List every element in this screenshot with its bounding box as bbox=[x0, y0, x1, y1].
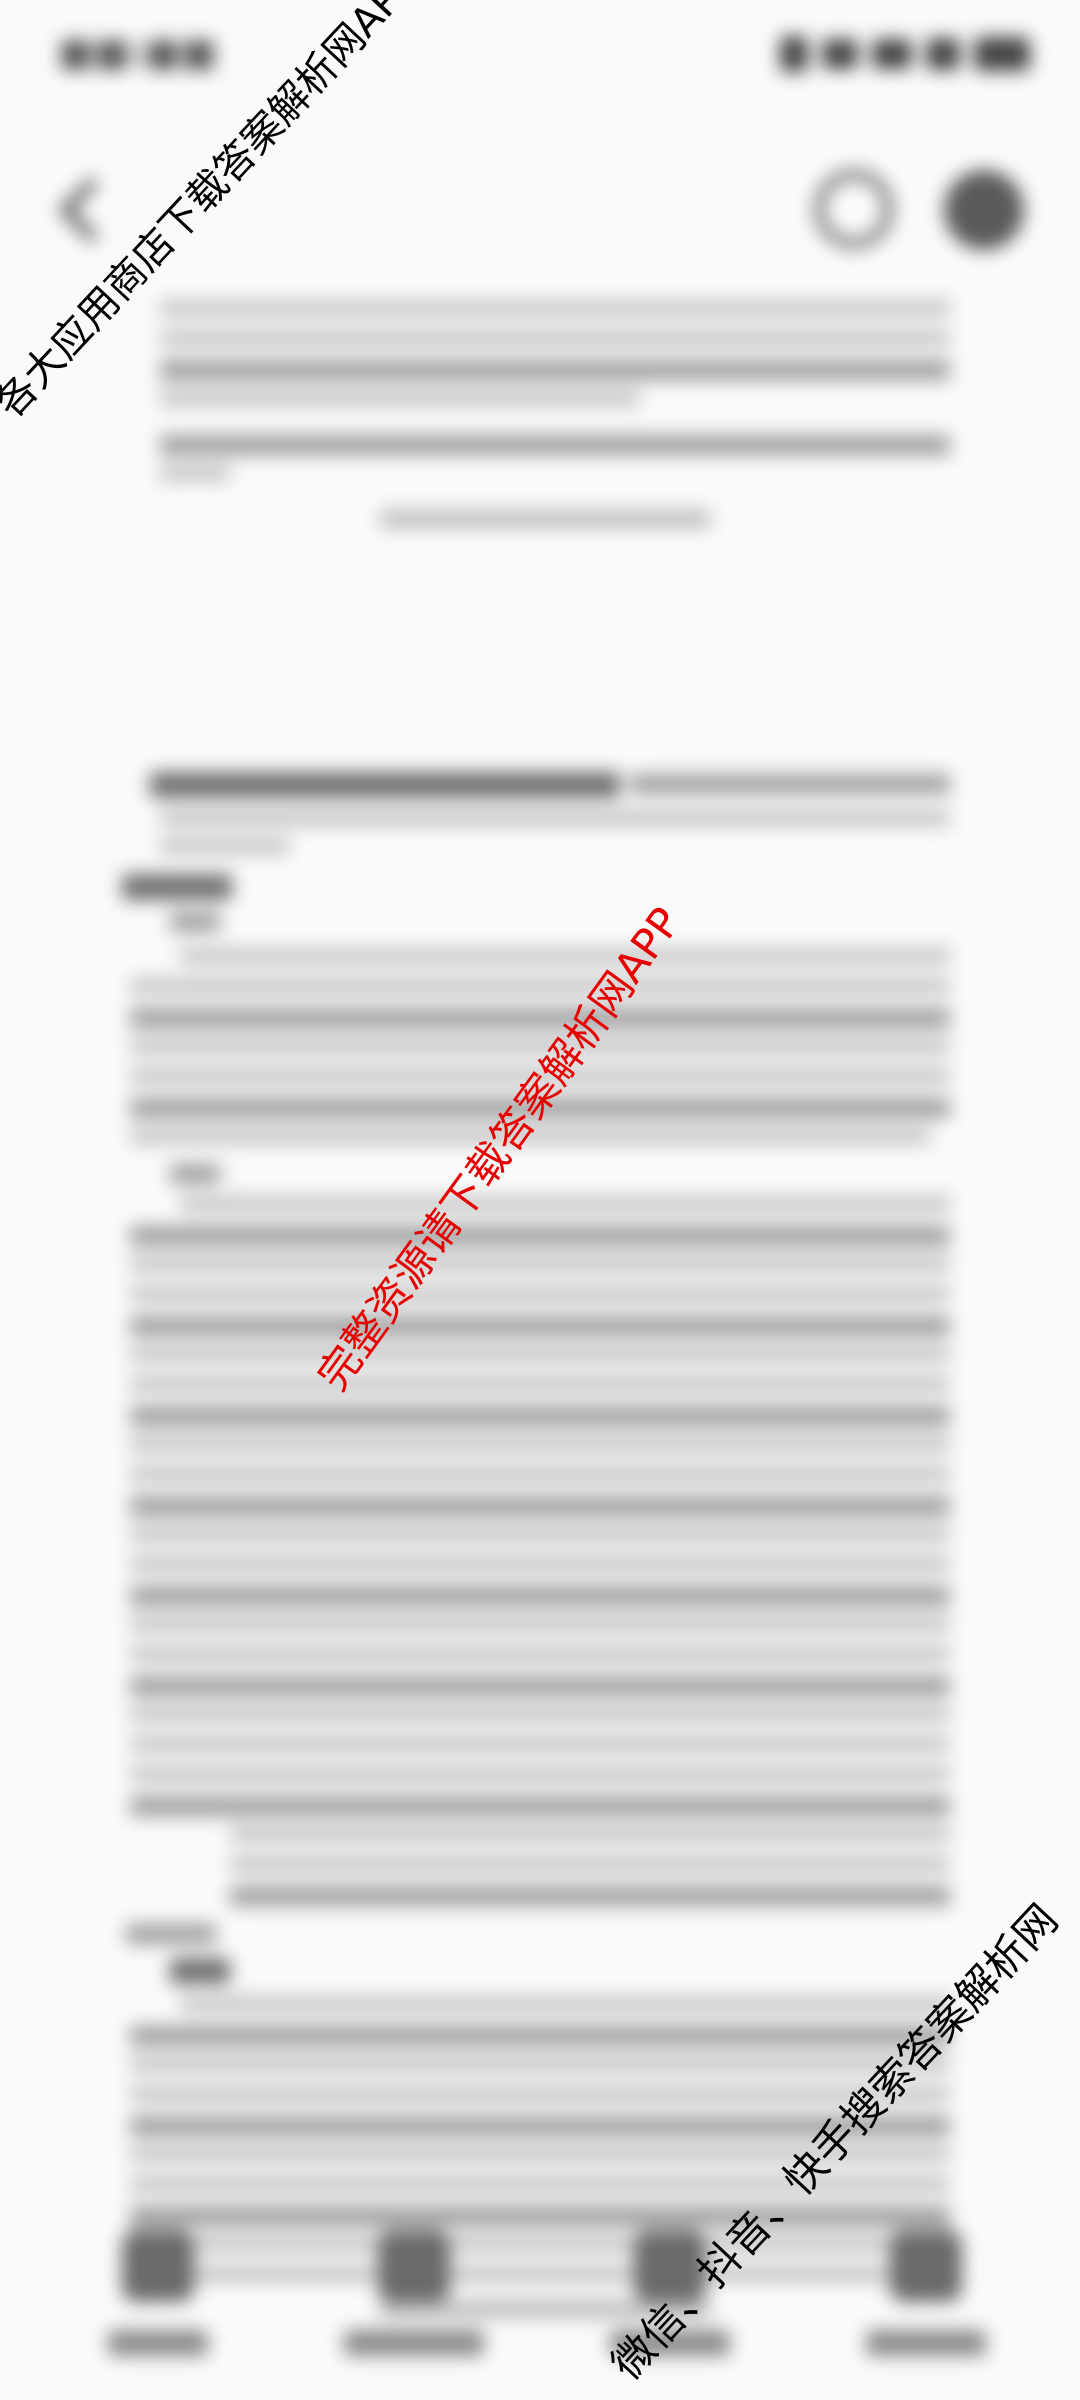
text-line bbox=[130, 1226, 950, 1246]
text-line bbox=[160, 435, 950, 455]
text-line bbox=[130, 1466, 950, 1482]
text-line bbox=[160, 810, 950, 826]
text-line bbox=[160, 330, 950, 346]
text-line bbox=[230, 1826, 950, 1842]
status-icons bbox=[780, 36, 1030, 72]
text-line bbox=[180, 1196, 950, 1212]
clock-icon[interactable] bbox=[815, 170, 893, 248]
text-line bbox=[130, 1008, 950, 1028]
text-line bbox=[130, 1316, 950, 1336]
text-line bbox=[130, 1376, 950, 1392]
text-line bbox=[130, 1256, 950, 1272]
screen: ■■:■■ 各大应用商店下载答案解析网APP 完整资源请下载答案解析网APP 微… bbox=[0, 0, 1080, 2400]
text-line bbox=[130, 978, 950, 994]
nav-item-4-icon bbox=[890, 2230, 962, 2302]
text-line bbox=[180, 948, 950, 964]
text-line bbox=[130, 1676, 950, 1696]
text-line bbox=[130, 1796, 950, 1816]
signal-strength-icon bbox=[926, 38, 960, 70]
status-bar: ■■:■■ bbox=[0, 0, 1080, 110]
text-line bbox=[130, 1646, 950, 1662]
text-line bbox=[130, 1736, 950, 1752]
text-line bbox=[130, 1496, 950, 1516]
text-line bbox=[180, 1996, 950, 2012]
nav-item-2-icon bbox=[378, 2230, 450, 2302]
text-line bbox=[160, 465, 230, 481]
text-line bbox=[230, 1886, 950, 1906]
bottom-nav-item-4[interactable] bbox=[846, 2230, 1006, 2370]
page-footer-label bbox=[380, 510, 710, 528]
text-line bbox=[130, 1526, 950, 1542]
text-line bbox=[130, 1286, 950, 1302]
back-arrow-icon bbox=[58, 177, 124, 243]
bottom-nav bbox=[0, 2200, 1080, 2400]
text-line bbox=[130, 2026, 950, 2046]
text-line bbox=[130, 1436, 950, 1452]
text-line bbox=[160, 838, 290, 854]
back-button[interactable] bbox=[56, 177, 126, 243]
battery-icon bbox=[974, 37, 1030, 71]
text-line bbox=[130, 1766, 950, 1782]
text-line bbox=[130, 1616, 950, 1632]
text-line bbox=[130, 2056, 950, 2072]
grid-icon[interactable] bbox=[944, 170, 1024, 250]
nav-item-1-label bbox=[108, 2330, 208, 2356]
text-line bbox=[122, 874, 232, 900]
signal-icon bbox=[780, 36, 808, 72]
text-line bbox=[150, 772, 620, 798]
nav-item-2-label bbox=[344, 2330, 484, 2356]
text-line bbox=[126, 1924, 216, 1944]
text-line bbox=[130, 1706, 950, 1722]
text-line bbox=[130, 1556, 950, 1572]
bottom-nav-item-1[interactable] bbox=[78, 2230, 238, 2370]
text-line bbox=[170, 912, 220, 932]
wifi-icon bbox=[822, 39, 858, 69]
text-line bbox=[160, 300, 950, 316]
text-line bbox=[630, 774, 950, 794]
text-line bbox=[170, 1164, 220, 1184]
text-line bbox=[230, 1856, 950, 1872]
status-time: ■■:■■ bbox=[58, 30, 217, 74]
text-line bbox=[170, 1958, 230, 1984]
text-line bbox=[130, 1346, 950, 1362]
nav-item-4-label bbox=[866, 2330, 986, 2356]
text-line bbox=[130, 1586, 950, 1606]
bottom-nav-item-2[interactable] bbox=[334, 2230, 494, 2370]
nav-item-1-icon bbox=[122, 2230, 194, 2302]
text-line bbox=[160, 360, 950, 380]
text-line bbox=[130, 1406, 950, 1426]
text-line bbox=[160, 390, 640, 406]
network-icon bbox=[872, 39, 912, 69]
